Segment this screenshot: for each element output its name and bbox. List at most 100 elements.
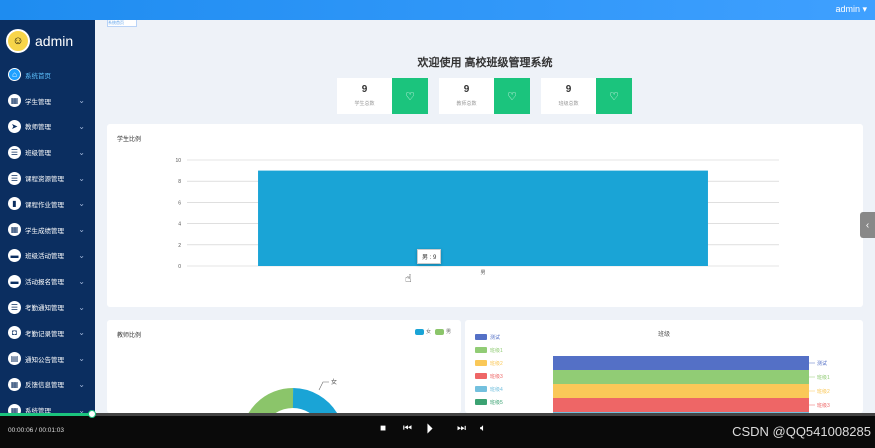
admin-name: admin	[35, 33, 74, 49]
chevron-down-icon: ⌄	[78, 302, 85, 312]
bar[interactable]	[258, 170, 708, 266]
legend-swatch[interactable]	[475, 347, 487, 353]
legend-label[interactable]: 班级4	[490, 386, 503, 393]
heart-icon: ♡	[596, 78, 632, 114]
sidebar: ☺ admin ⌂ 系统首页 ▦ 学生管理 ⌄ ➤ 教师管理 ⌄ ☰ 班级管理 ⌄ ☰ 课程资源管理 ⌄ ▮…	[0, 20, 95, 413]
teacher-ratio-card: 教师比例 女 男 女	[107, 320, 461, 413]
stat-value: 9	[463, 84, 470, 95]
book-icon: ▮	[8, 197, 21, 211]
collapse-tab-icon[interactable]: ‹	[860, 212, 875, 238]
chevron-down-icon: ⌄	[78, 199, 85, 209]
legend-swatch[interactable]	[475, 334, 487, 340]
y-tick-label: 10	[175, 158, 181, 164]
stat-caption: 学生总数	[354, 101, 375, 107]
sidebar-item[interactable]: ▦ 学生成绩管理 ⌄	[0, 217, 95, 243]
legend-swatch[interactable]	[475, 360, 487, 366]
slice-label-line	[318, 381, 329, 391]
next-icon[interactable]: ⏭	[457, 423, 466, 434]
stat-card-classes: 9 班级总数 ♡	[541, 78, 632, 114]
stop-icon[interactable]: ■	[380, 423, 386, 434]
lock-icon: ◘	[8, 326, 21, 340]
sidebar-item[interactable]: ▦ 反馈信息管理 ⌄	[0, 372, 95, 398]
legend-swatch[interactable]	[475, 399, 487, 405]
sidebar-item[interactable]: ▤ 通知公告管理 ⌄	[0, 346, 95, 372]
legend-label[interactable]: 测试	[490, 334, 500, 341]
band-label: 班级2	[817, 388, 830, 395]
chevron-down-icon: ⌄	[78, 147, 85, 157]
chevron-down-icon: ⌄	[78, 96, 85, 106]
previous-icon[interactable]: ⏮	[403, 423, 412, 434]
student-ratio-chart: 0 2 4 6 8 10 男	[175, 158, 779, 276]
volume-icon[interactable]: 🔈︎	[480, 423, 486, 434]
grid-icon: ▦	[8, 377, 21, 391]
sidebar-item-label: 教师管理	[25, 124, 51, 132]
video-time: 00:00:06 / 00:01:03	[8, 427, 65, 434]
class-band[interactable]	[553, 356, 809, 370]
sidebar-item[interactable]: ➤ 教师管理 ⌄	[0, 114, 95, 140]
sidebar-item-label: 课程资源管理	[25, 176, 64, 184]
user-menu[interactable]: admin ▾	[835, 4, 867, 15]
sidebar-item[interactable]: ☰ 考勤通知管理 ⌄	[0, 294, 95, 320]
sidebar-item-label: 考勤记录管理	[25, 330, 64, 338]
stat-value: 9	[565, 84, 572, 95]
band-label: 测试	[817, 360, 827, 367]
grid-icon: ▦	[8, 403, 21, 413]
sidebar-item[interactable]: ▮ 课程作业管理 ⌄	[0, 191, 95, 217]
pie-slice-female[interactable]	[292, 388, 338, 413]
sidebar-item-label: 学生成绩管理	[25, 227, 64, 235]
sidebar-item[interactable]: ▬ 活动报名管理 ⌄	[0, 268, 95, 294]
chevron-down-icon: ⌄	[78, 328, 85, 338]
sidebar-item[interactable]: ◘ 考勤记录管理 ⌄	[0, 320, 95, 346]
play-icon[interactable]: ⏵	[426, 420, 433, 437]
progress-track[interactable]	[0, 413, 875, 416]
breadcrumb[interactable]: 系统首页	[107, 20, 137, 27]
sidebar-item-label: 系统首页	[25, 72, 51, 80]
sidebar-item[interactable]: ☰ 班级管理 ⌄	[0, 139, 95, 165]
home-icon: ⌂	[8, 68, 21, 82]
avatar: ☺	[6, 29, 30, 53]
pie-slice-male[interactable]	[248, 388, 294, 413]
video-player-bar: 00:00:06 / 00:01:03 ■ ⏮ ⏵ ⏭ 🔈︎ CSDN @QQ5…	[0, 410, 875, 448]
sidebar-item[interactable]: ▦ 系统管理 ⌄	[0, 397, 95, 413]
y-tick-label: 2	[178, 243, 181, 249]
watermark: CSDN @QQ541008285	[732, 424, 871, 439]
sidebar-item[interactable]: ☰ 课程资源管理 ⌄	[0, 165, 95, 191]
sidebar-item-label: 通知公告管理	[25, 356, 64, 364]
class-band[interactable]	[553, 384, 809, 398]
sidebar-item-label: 系统管理	[25, 408, 51, 413]
legend-label[interactable]: 班级5	[490, 399, 503, 406]
class-chart-card: 班级 测试班级1班级2班级3班级4班级5测试班级1班级2班级3班级4	[465, 320, 863, 413]
welcome-title: 欢迎使用 高校班级管理系统	[417, 57, 553, 69]
sidebar-item-label: 班级管理	[25, 150, 51, 158]
class-band[interactable]	[553, 370, 809, 384]
sidebar-item-label: 反馈信息管理	[25, 382, 64, 390]
stat-caption: 班级总数	[558, 101, 579, 107]
class-band[interactable]	[553, 398, 809, 412]
band-label: 班级3	[817, 402, 830, 409]
sidebar-item[interactable]: ⌂ 系统首页	[0, 62, 95, 88]
chevron-down-icon: ⌄	[78, 225, 85, 235]
teacher-ratio-chart: 女	[248, 378, 338, 413]
slice-label: 女	[331, 378, 337, 386]
progress-fill	[0, 413, 92, 416]
sidebar-item[interactable]: ▦ 学生管理 ⌄	[0, 88, 95, 114]
sidebar-item-label: 学生管理	[25, 98, 51, 106]
y-tick-label: 8	[178, 179, 181, 185]
chevron-down-icon: ⌄	[78, 121, 85, 131]
legend-label[interactable]: 班级3	[490, 373, 503, 380]
sidebar-item-label: 班级活动管理	[25, 253, 64, 261]
stat-caption: 教师总数	[456, 101, 477, 107]
sidebar-item[interactable]: ▬ 班级活动管理 ⌄	[0, 243, 95, 269]
chart-tooltip: 男 : 9	[417, 249, 442, 264]
legend-label[interactable]: 班级1	[490, 347, 503, 354]
chevron-down-icon: ⌄	[78, 276, 85, 286]
legend-label[interactable]: 班级2	[490, 360, 503, 367]
card-icon: ▬	[8, 274, 21, 288]
legend-swatch[interactable]	[475, 373, 487, 379]
stat-value: 9	[361, 84, 368, 95]
progress-knob[interactable]	[87, 410, 96, 418]
chevron-down-icon: ⌄	[78, 354, 85, 364]
nav-list: ⌂ 系统首页 ▦ 学生管理 ⌄ ➤ 教师管理 ⌄ ☰ 班级管理 ⌄ ☰ 课程资源管理 ⌄ ▮ 课程作业管理 ⌄ ▦…	[0, 62, 95, 413]
top-bar: admin ▾	[0, 0, 875, 20]
legend-swatch[interactable]	[475, 386, 487, 392]
